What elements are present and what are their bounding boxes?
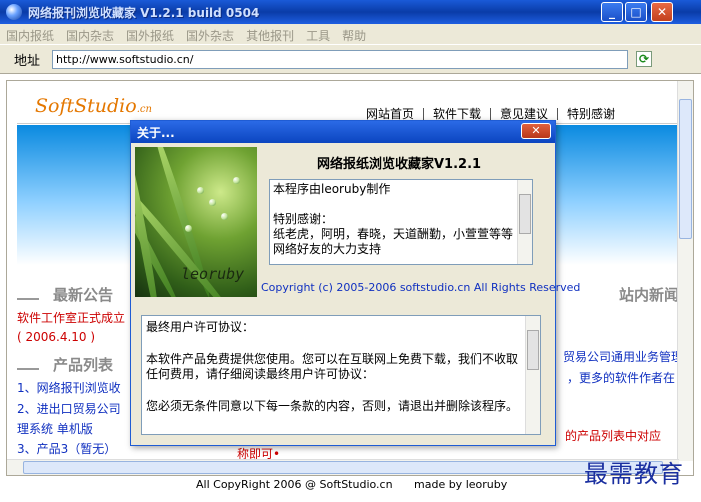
nav-home-link[interactable]: 网站首页 xyxy=(357,108,425,120)
info-scroll-thumb[interactable] xyxy=(519,194,531,234)
close-button[interactable]: ✕ xyxy=(651,2,673,22)
product-item-3[interactable]: 3、产品3（暂无） xyxy=(17,440,116,457)
info-scrollbar[interactable] xyxy=(517,180,532,264)
license-scroll-thumb[interactable] xyxy=(527,330,539,370)
horizontal-scrollbar[interactable] xyxy=(7,459,679,475)
license-scrollbar[interactable] xyxy=(525,316,540,434)
license-line: 本软件产品免费提供您使用。您可以在互联网上免费下载，我们不收取任何费用，请仔细阅… xyxy=(146,352,519,381)
watermark-text: 最需教育 xyxy=(584,460,684,488)
info-line xyxy=(273,197,514,212)
about-dialog-title: 关于... xyxy=(137,126,175,140)
vertical-scroll-thumb[interactable] xyxy=(679,99,692,239)
about-info-box[interactable]: 本程序由leoruby制作 特别感谢： 纸老虎，阿明，春晓，天道酬勤，小萱萱等等… xyxy=(269,179,533,265)
menu-bar: 国内报纸 国内杂志 国外报纸 国外杂志 其他报刊 工具 帮助 xyxy=(0,24,701,44)
product-item-1[interactable]: 1、网络报刊浏览收 xyxy=(17,379,121,396)
go-refresh-icon[interactable]: ⟳ xyxy=(636,51,652,67)
address-input[interactable] xyxy=(52,50,628,69)
license-line xyxy=(146,336,522,351)
window-title: 网络报刊浏览收藏家 V1.2.1 build 0504 xyxy=(28,6,260,20)
product-item-2[interactable]: 2、进出口贸易公司 xyxy=(17,400,121,417)
info-line: 纸老虎，阿明，春晓，天道酬勤，小萱萱等等 xyxy=(273,227,514,241)
address-bar: 地址 ⟳ xyxy=(0,44,701,74)
book-icon xyxy=(17,286,39,300)
app-globe-icon xyxy=(6,4,22,20)
photo-signature: leoruby xyxy=(181,265,245,283)
license-box[interactable]: 最终用户许可协议： 本软件产品免费提供您使用。您可以在互联网上免费下载，我们不收… xyxy=(141,315,541,435)
horizontal-scroll-thumb[interactable] xyxy=(23,461,663,474)
nav-download-link[interactable]: 软件下载 xyxy=(424,108,492,120)
grass-photo: leoruby xyxy=(135,147,257,297)
maximize-button[interactable]: □ xyxy=(625,2,647,22)
about-copyright[interactable]: Copyright (c) 2005-2006 softstudio.cn Al… xyxy=(261,281,580,294)
nav-feedback-link[interactable]: 意见建议 xyxy=(491,108,559,120)
right-text-1: 贸易公司通用业务管理 xyxy=(563,350,684,364)
product-item-2-cont[interactable]: 理系统 单机版 xyxy=(17,420,93,437)
site-logo[interactable]: SoftStudio.cn xyxy=(35,95,152,117)
minimize-button[interactable]: _ xyxy=(601,2,623,22)
address-label: 地址 xyxy=(14,54,41,69)
about-app-title: 网络报纸浏览收藏家V1.2.1 xyxy=(317,157,482,172)
footer-made-by: made by leoruby xyxy=(414,478,508,491)
info-line: 网络好友的大力支持 xyxy=(273,242,382,256)
info-line: 本程序由leoruby制作 xyxy=(273,182,391,196)
about-dialog-titlebar: 关于... ✕ xyxy=(131,121,555,143)
right-text-2: ，更多的软件作者在 xyxy=(567,371,676,385)
news-heading: 最新公告 xyxy=(53,286,114,304)
news-item[interactable]: 软件工作室正式成立 xyxy=(17,309,125,326)
news-date: ( 2006.4.10 ) xyxy=(17,330,96,344)
book-icon xyxy=(17,356,39,370)
license-line: 最终用户许可协议： xyxy=(146,320,255,334)
products-heading: 产品列表 xyxy=(53,356,114,374)
site-news-heading: 站内新闻 xyxy=(619,286,680,304)
footer-copyright: All CopyRight 2006 @ SoftStudio.cn xyxy=(196,478,393,491)
nav-thanks-link[interactable]: 特别感谢 xyxy=(558,108,624,120)
about-close-button[interactable]: ✕ xyxy=(521,123,551,139)
about-dialog: 关于... ✕ leoruby 网络报纸浏览收藏家V1.2.1 本程序由leor… xyxy=(130,120,580,446)
info-line: 特别感谢： xyxy=(273,212,334,226)
right-text-3: 的产品列表中对应 xyxy=(565,429,662,443)
vertical-scrollbar[interactable] xyxy=(677,81,693,461)
license-line xyxy=(146,383,522,398)
license-line: 您必须无条件同意以下每一条款的内容，否则，请退出并删除该程序。 xyxy=(146,399,519,413)
window-titlebar: 网络报刊浏览收藏家 V1.2.1 build 0504 _ □ ✕ xyxy=(0,0,701,24)
site-nav: 网站首页 软件下载 意见建议 特别感谢 xyxy=(357,107,624,121)
